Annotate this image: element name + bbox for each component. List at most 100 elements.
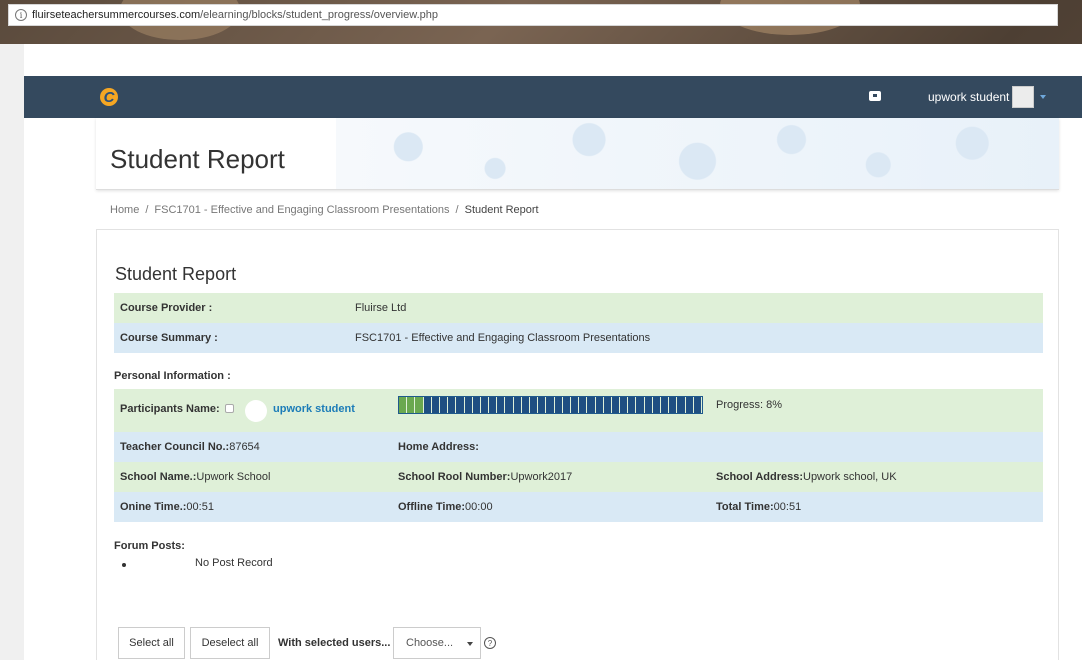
progress-segment-remaining bbox=[480, 397, 489, 413]
progress-segment-remaining bbox=[693, 397, 701, 413]
total-time-label: Total Time:00:51 bbox=[716, 501, 801, 513]
progress-segment-remaining bbox=[554, 397, 562, 413]
progress-segment-remaining bbox=[636, 397, 644, 413]
total-time-value: 00:51 bbox=[773, 501, 802, 513]
school-row: School Name.:Upwork School School Rool N… bbox=[114, 462, 1043, 492]
participant-row: Participants Name: upwork student Progre… bbox=[114, 389, 1043, 432]
teacher-council-row: Teacher Council No.:87654 Home Address: bbox=[114, 432, 1043, 462]
progress-segment-remaining bbox=[439, 397, 448, 413]
school-roll-label: School Rool Number:Upwork2017 bbox=[398, 471, 572, 483]
progress-segment-remaining bbox=[603, 397, 611, 413]
personal-info-label: Personal Information : bbox=[114, 370, 231, 382]
course-summary-row: Course Summary : FSC1701 - Effective and… bbox=[114, 323, 1043, 353]
progress-segment-remaining bbox=[431, 397, 439, 413]
participant-avatar bbox=[245, 400, 267, 422]
report-card: Student Report Course Provider : Fluirse… bbox=[96, 229, 1059, 660]
user-menu-name[interactable]: upwork student bbox=[928, 90, 1009, 104]
progress-segment-remaining bbox=[620, 397, 628, 413]
page-header-banner: Student Report bbox=[96, 118, 1059, 190]
progress-segment-remaining bbox=[562, 397, 570, 413]
bulk-action-selected: Choose... bbox=[406, 637, 454, 649]
online-time-label: Onine Time.:00:51 bbox=[120, 501, 214, 513]
breadcrumb: Home / FSC1701 - Effective and Engaging Cl… bbox=[110, 204, 539, 216]
progress-segment-remaining bbox=[464, 397, 472, 413]
breadcrumb-separator: / bbox=[455, 204, 459, 216]
progress-text: Progress: 8% bbox=[716, 399, 783, 411]
with-selected-label: With selected users... bbox=[278, 637, 391, 649]
breadcrumb-course[interactable]: FSC1701 - Effective and Engaging Classro… bbox=[154, 204, 449, 216]
offline-time-label-text: Offline Time: bbox=[398, 501, 466, 513]
bulk-action-select[interactable]: Choose... bbox=[393, 627, 481, 659]
progress-segment-remaining bbox=[628, 397, 636, 413]
user-avatar[interactable] bbox=[1012, 86, 1034, 108]
total-time-label-text: Total Time: bbox=[716, 501, 774, 513]
forum-posts-label: Forum Posts: bbox=[114, 540, 185, 552]
teacher-council-label-text: Teacher Council No.: bbox=[120, 441, 230, 453]
progress-segment-complete bbox=[399, 397, 407, 413]
chevron-down-icon[interactable] bbox=[1040, 95, 1046, 99]
browser-viewport: C upwork student Student Report Home / FSC… bbox=[24, 44, 1082, 660]
report-title: Student Report bbox=[115, 264, 237, 284]
online-time-value: 00:51 bbox=[186, 501, 214, 513]
top-navbar: C upwork student bbox=[24, 76, 1082, 118]
url-host: fluirseteachersummercourses.com bbox=[32, 9, 201, 21]
site-logo-icon[interactable]: C bbox=[100, 88, 118, 106]
breadcrumb-separator: / bbox=[145, 204, 149, 216]
browser-address-bar[interactable]: i fluirseteachersummercourses.com/elearn… bbox=[8, 4, 1058, 26]
progress-segment-remaining bbox=[497, 397, 505, 413]
course-provider-value: Fluirse Ltd bbox=[355, 302, 407, 314]
home-address-label: Home Address: bbox=[398, 441, 479, 453]
progress-segment-remaining bbox=[521, 397, 529, 413]
left-edge-strip bbox=[0, 44, 24, 660]
question-circle-icon[interactable]: ? bbox=[484, 637, 496, 649]
progress-segment-remaining bbox=[644, 397, 652, 413]
school-name-label-text: School Name.: bbox=[120, 471, 197, 483]
school-address-label: School Address:Upwork school, UK bbox=[716, 471, 897, 483]
deselect-all-button[interactable]: Deselect all bbox=[190, 627, 270, 659]
teacher-council-value: 87654 bbox=[229, 441, 260, 453]
progress-segment-remaining bbox=[595, 397, 603, 413]
school-roll-value: Upwork2017 bbox=[510, 471, 573, 483]
progress-segment-remaining bbox=[505, 397, 513, 413]
progress-segment-remaining bbox=[652, 397, 660, 413]
time-row: Onine Time.:00:51 Offline Time:00:00 Tot… bbox=[114, 492, 1043, 522]
progress-segment-remaining bbox=[685, 397, 693, 413]
participant-checkbox[interactable] bbox=[225, 404, 234, 413]
school-address-label-text: School Address: bbox=[716, 471, 803, 483]
progress-segment-remaining bbox=[538, 397, 546, 413]
forum-post-item: No Post Record bbox=[195, 557, 273, 569]
participants-name-label: Participants Name: bbox=[120, 403, 220, 415]
banner-decoration bbox=[336, 118, 1059, 189]
course-provider-row: Course Provider : Fluirse Ltd bbox=[114, 293, 1043, 323]
progress-segment-remaining bbox=[513, 397, 521, 413]
progress-segment-remaining bbox=[456, 397, 464, 413]
progress-bar bbox=[398, 396, 703, 414]
progress-segment-remaining bbox=[489, 397, 497, 413]
progress-segment-remaining bbox=[448, 397, 456, 413]
online-time-label-text: Onine Time.: bbox=[120, 501, 187, 513]
progress-segment-remaining bbox=[579, 397, 587, 413]
progress-segment-remaining bbox=[611, 397, 620, 413]
bullet-icon bbox=[122, 563, 126, 567]
breadcrumb-home[interactable]: Home bbox=[110, 204, 139, 216]
offline-time-value: 00:00 bbox=[465, 501, 493, 513]
progress-segment-remaining bbox=[661, 397, 669, 413]
info-icon[interactable]: i bbox=[15, 9, 27, 21]
progress-segment-remaining bbox=[669, 397, 677, 413]
breadcrumb-current: Student Report bbox=[464, 204, 539, 216]
teacher-council-label: Teacher Council No.:87654 bbox=[120, 441, 260, 453]
course-summary-value: FSC1701 - Effective and Engaging Classro… bbox=[355, 332, 651, 344]
course-provider-label: Course Provider : bbox=[120, 302, 213, 314]
progress-segment-remaining bbox=[546, 397, 554, 413]
progress-segment-remaining bbox=[472, 397, 480, 413]
inbox-icon[interactable] bbox=[869, 91, 881, 101]
participant-name-link[interactable]: upwork student bbox=[273, 403, 355, 415]
offline-time-label: Offline Time:00:00 bbox=[398, 501, 493, 513]
select-all-button[interactable]: Select all bbox=[118, 627, 185, 659]
progress-segment-complete bbox=[407, 397, 415, 413]
page-title: Student Report bbox=[110, 144, 285, 174]
progress-segment-remaining bbox=[677, 397, 685, 413]
chevron-down-icon bbox=[467, 642, 473, 646]
progress-segment-remaining bbox=[587, 397, 595, 413]
progress-segment-remaining bbox=[530, 397, 538, 413]
